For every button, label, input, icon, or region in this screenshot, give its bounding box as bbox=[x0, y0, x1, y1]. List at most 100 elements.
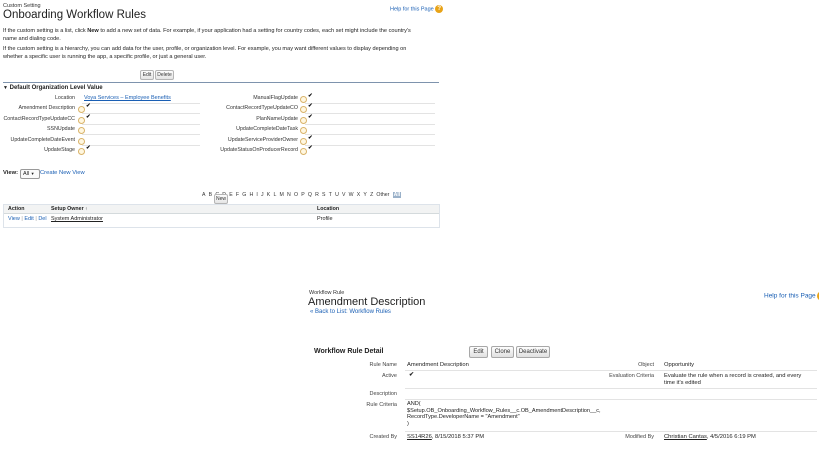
delete-button[interactable]: Delete bbox=[155, 70, 174, 80]
edit-button[interactable]: Edit bbox=[140, 70, 154, 80]
alpha-filter-z[interactable]: Z bbox=[370, 192, 373, 198]
section-title: Default Organization Level Value bbox=[9, 85, 103, 91]
alpha-filter-x[interactable]: X bbox=[357, 192, 360, 198]
alpha-filter-v[interactable]: V bbox=[342, 192, 345, 198]
alpha-filter-f[interactable]: F bbox=[236, 192, 239, 198]
modified-by-label: Modified By bbox=[625, 434, 654, 440]
alpha-filter-g[interactable]: G bbox=[242, 192, 246, 198]
alpha-filter-s[interactable]: S bbox=[322, 192, 325, 198]
object-label: Object bbox=[638, 362, 654, 368]
view-link[interactable]: View bbox=[8, 216, 20, 222]
section-divider bbox=[3, 82, 439, 83]
action-separator: | bbox=[35, 216, 37, 222]
divider bbox=[405, 370, 817, 371]
delete-link[interactable]: Del bbox=[38, 216, 46, 222]
create-new-view-link[interactable]: Create New View bbox=[40, 170, 85, 176]
sort-arrow-icon[interactable]: ↑ bbox=[85, 206, 87, 211]
alpha-filter-all[interactable]: All bbox=[392, 192, 402, 198]
checkbox-update-service-provider-owner: ✔ bbox=[308, 135, 313, 141]
alpha-filter-h[interactable]: H bbox=[249, 192, 253, 198]
divider bbox=[305, 113, 435, 114]
help-link-text[interactable]: Help for this Page bbox=[764, 293, 816, 300]
alpha-filter-u[interactable]: U bbox=[335, 192, 339, 198]
column-header-setup-owner[interactable]: Setup Owner ↑ bbox=[51, 206, 87, 212]
alpha-filter-other[interactable]: Other bbox=[376, 192, 389, 198]
chevron-down-icon: ▼ bbox=[30, 171, 35, 176]
help-bubble-icon[interactable] bbox=[78, 138, 85, 145]
alpha-filter-k[interactable]: K bbox=[267, 192, 270, 198]
deactivate-button[interactable]: Deactivate bbox=[516, 346, 550, 358]
created-by-user-link[interactable]: SS14R26 bbox=[407, 434, 432, 440]
checkbox-amendment-description: ✔ bbox=[86, 103, 91, 109]
table-row: View | Edit | Del System Administrator P… bbox=[4, 214, 439, 224]
alpha-filter-n[interactable]: N bbox=[287, 192, 291, 198]
section-header[interactable]: ▼ Default Organization Level Value bbox=[3, 85, 103, 91]
edit-link[interactable]: Edit bbox=[24, 216, 33, 222]
created-date: , 8/15/2018 5:37 PM bbox=[431, 434, 485, 440]
list-description: If the custom setting is a list, click N… bbox=[3, 27, 443, 43]
field-value-location[interactable]: Voya Services – Employee Benefits bbox=[84, 95, 171, 101]
description-label: Description bbox=[369, 391, 397, 397]
field-label-update-complete-date-task: UpdateCompleteDateTask bbox=[236, 126, 298, 132]
clone-button[interactable]: Clone bbox=[491, 346, 514, 358]
back-to-list-link[interactable]: « Back to List: Workflow Rules bbox=[310, 309, 391, 315]
divider bbox=[82, 145, 200, 146]
help-bubble-icon[interactable] bbox=[78, 148, 85, 155]
help-bubble-icon[interactable] bbox=[78, 117, 85, 124]
view-select-value: All bbox=[23, 171, 30, 177]
help-bubble-icon[interactable] bbox=[300, 117, 307, 124]
new-button[interactable]: New bbox=[214, 194, 228, 204]
modified-by-user-link[interactable]: Christian Cantas bbox=[664, 434, 707, 440]
column-header-action: Action bbox=[8, 206, 25, 212]
evaluation-criteria-value: Evaluate the rule when a record is creat… bbox=[664, 373, 801, 387]
evaluation-text: Evaluate the rule when a record is creat… bbox=[664, 373, 802, 379]
help-link[interactable]: Help for this Page ? bbox=[764, 291, 819, 301]
help-bubble-icon[interactable] bbox=[78, 106, 85, 113]
help-bubble-icon[interactable] bbox=[300, 127, 307, 134]
alpha-filter-i[interactable]: I bbox=[256, 192, 257, 198]
desc-new-word: New bbox=[87, 28, 99, 34]
collapse-triangle-icon[interactable]: ▼ bbox=[3, 85, 8, 91]
help-bubble-icon[interactable] bbox=[300, 148, 307, 155]
page-title: Onboarding Workflow Rules bbox=[3, 9, 146, 21]
alpha-filter-a[interactable]: A bbox=[202, 192, 205, 198]
checkbox-manual-flag-update: ✔ bbox=[308, 93, 313, 99]
alpha-filter-b[interactable]: B bbox=[209, 192, 212, 198]
owner-link[interactable]: System Administrator bbox=[51, 216, 103, 222]
view-select[interactable]: All ▼ bbox=[20, 169, 40, 179]
created-by-label: Created By bbox=[369, 434, 397, 440]
help-bubble-icon[interactable] bbox=[300, 96, 307, 103]
evaluation-text: time it's edited bbox=[664, 380, 701, 386]
rule-name-value: Amendment Description bbox=[407, 362, 469, 368]
edit-button[interactable]: Edit bbox=[469, 346, 488, 358]
alpha-filter-l[interactable]: L bbox=[273, 192, 276, 198]
alpha-filter-o[interactable]: O bbox=[294, 192, 298, 198]
alpha-filter-q[interactable]: Q bbox=[308, 192, 312, 198]
view-label: View: bbox=[3, 170, 19, 176]
rule-criteria-value: AND( $Setup.OB_Onboarding_Workflow_Rules… bbox=[407, 401, 601, 427]
help-bubble-icon[interactable] bbox=[300, 106, 307, 113]
help-link-text[interactable]: Help for this Page bbox=[390, 6, 434, 12]
alpha-filter-m[interactable]: M bbox=[280, 192, 284, 198]
help-link[interactable]: Help for this Page ? bbox=[390, 5, 444, 13]
alpha-filter-y[interactable]: Y bbox=[363, 192, 366, 198]
alpha-filter-t[interactable]: T bbox=[329, 192, 332, 198]
alpha-filter-p[interactable]: P bbox=[301, 192, 304, 198]
divider bbox=[405, 431, 817, 432]
criteria-line: ) bbox=[407, 420, 409, 427]
help-icon[interactable]: ? bbox=[435, 5, 444, 13]
active-checkbox: ✔ bbox=[409, 372, 414, 378]
detail-section-title: Workflow Rule Detail bbox=[314, 348, 384, 355]
alpha-filter-j[interactable]: J bbox=[261, 192, 264, 198]
desc-text: to add a new set of data. For example, i… bbox=[98, 28, 411, 34]
alpha-filter-e[interactable]: E bbox=[229, 192, 232, 198]
object-value: Opportunity bbox=[664, 362, 694, 368]
alpha-filter-w[interactable]: W bbox=[349, 192, 354, 198]
active-label: Active bbox=[382, 373, 397, 379]
checkbox-update-stage: ✔ bbox=[86, 145, 91, 151]
help-bubble-icon[interactable] bbox=[78, 127, 85, 134]
help-bubble-icon[interactable] bbox=[300, 138, 307, 145]
modified-date: , 4/5/2016 6:19 PM bbox=[706, 434, 756, 440]
field-label-contact-record-type-cc: ContactRecordTypeUpdateCC bbox=[3, 116, 75, 122]
alpha-filter-r[interactable]: R bbox=[315, 192, 319, 198]
